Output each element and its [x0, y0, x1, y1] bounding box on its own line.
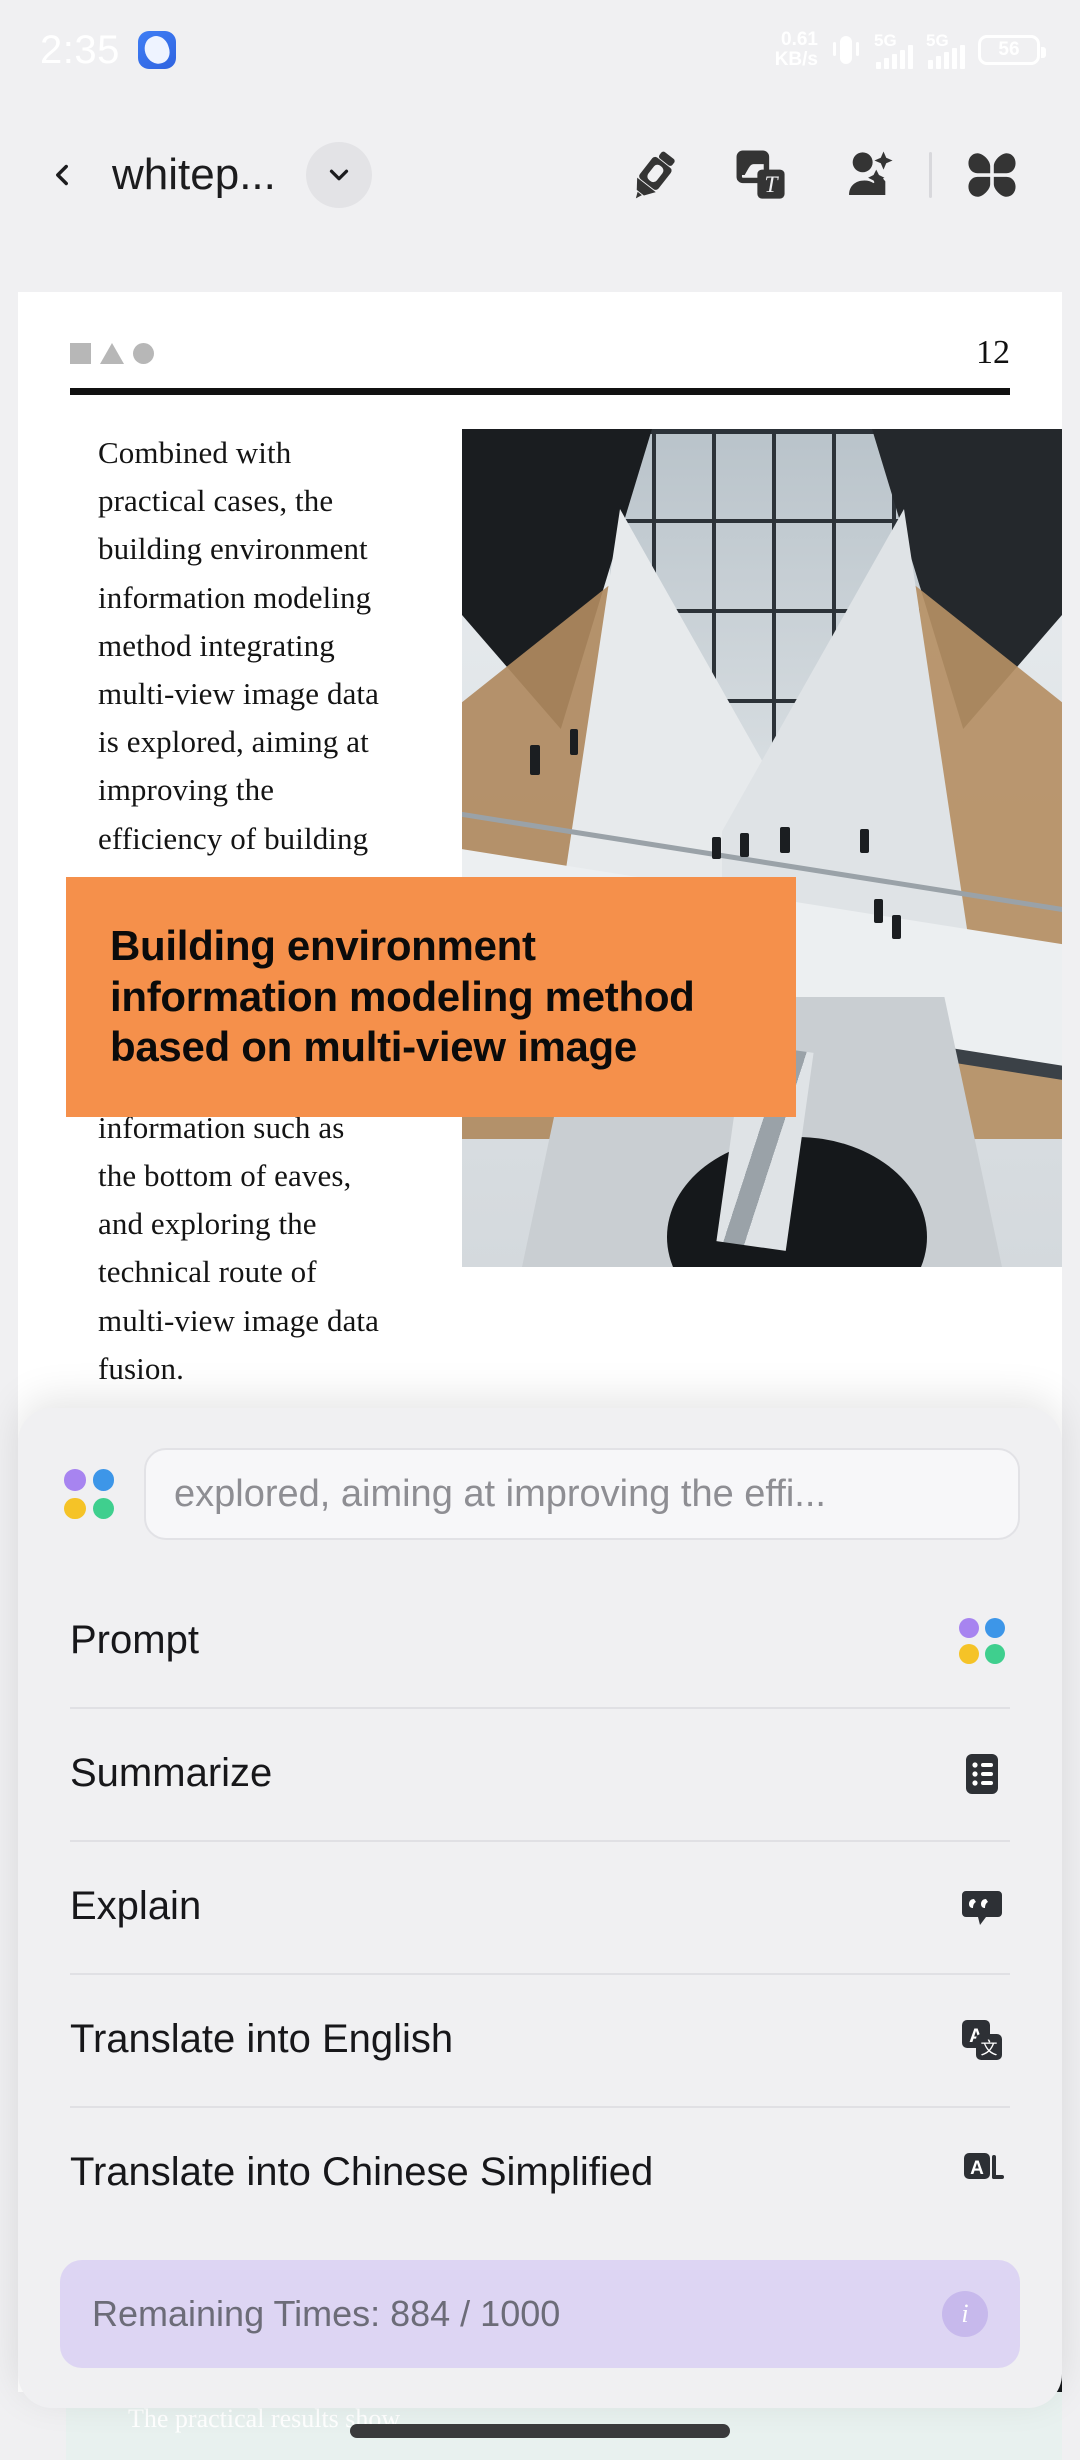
status-time: 2:35: [40, 27, 120, 72]
title-dropdown-button[interactable]: [305, 142, 372, 208]
signal-label-1: 5G: [874, 31, 897, 50]
menu-item-label: Explain: [70, 1884, 202, 1928]
battery-level: 56: [998, 39, 1020, 60]
remaining-times-text: Remaining Times: 884 / 1000: [92, 2293, 561, 2334]
vibrate-icon: [831, 33, 861, 67]
network-speed-value: 0.61: [781, 29, 818, 51]
menu-item-label: Translate into Chinese Simplified: [70, 2150, 654, 2194]
apps-grid-icon: [968, 153, 1016, 197]
quote-bubble-icon: [954, 1879, 1010, 1935]
summary-list-icon: [954, 1746, 1010, 1802]
status-bar-right: 0.61 KB/s 5G 5G 56: [775, 30, 1046, 70]
battery-icon: 56: [978, 35, 1046, 65]
highlighter-button[interactable]: [599, 125, 707, 225]
app-toolbar: whitep... T: [0, 100, 1080, 250]
ai-portrait-button[interactable]: [815, 125, 923, 225]
signal-icon-2: 5G: [926, 31, 965, 69]
document-page-header: 12: [18, 292, 1062, 372]
status-bar: 2:35 0.61 KB/s 5G 5G 56: [0, 0, 1080, 100]
page-title: whitep...: [112, 150, 276, 199]
home-indicator[interactable]: [350, 2424, 730, 2438]
status-bar-left: 2:35: [40, 28, 176, 73]
article-title-banner: Building environment information modelin…: [66, 877, 796, 1117]
image-to-text-button[interactable]: T: [707, 125, 815, 225]
translate-text-icon: A: [954, 2145, 1010, 2201]
svg-text:A: A: [970, 2158, 984, 2179]
menu-item-translate-english[interactable]: Translate into English A 文: [18, 1973, 1062, 2106]
menu-item-prompt[interactable]: Prompt: [18, 1574, 1062, 1707]
page-number: 12: [976, 334, 1010, 371]
apps-grid-button[interactable]: [938, 125, 1046, 225]
signal-label-2: 5G: [926, 31, 949, 50]
highlighter-icon: [635, 151, 675, 199]
svg-text:文: 文: [981, 2039, 998, 2058]
image-to-text-icon: T: [736, 150, 785, 199]
ai-four-dots-icon: [954, 1613, 1010, 1669]
circle-shape-icon: [133, 342, 154, 364]
svg-text:T: T: [764, 172, 779, 198]
ai-search-input[interactable]: explored, aiming at improving the effi..…: [144, 1448, 1020, 1540]
ai-four-dots-icon: [60, 1465, 118, 1523]
menu-item-explain[interactable]: Explain: [18, 1840, 1062, 1973]
atrium-photo: [462, 429, 1062, 1267]
menu-item-translate-chinese[interactable]: Translate into Chinese Simplified A: [18, 2106, 1062, 2239]
ai-sheet-header: explored, aiming at improving the effi..…: [18, 1408, 1062, 1574]
info-icon[interactable]: i: [942, 2291, 988, 2337]
toolbar-actions: T: [599, 125, 1046, 225]
messenger-icon: [137, 31, 176, 69]
network-speed: 0.61 KB/s: [775, 30, 818, 70]
menu-item-label: Prompt: [70, 1618, 199, 1662]
ai-portrait-icon: [849, 151, 893, 195]
article-title: Building environment information modelin…: [110, 922, 695, 1071]
translate-icon: A 文: [954, 2012, 1010, 2068]
back-button[interactable]: [34, 147, 90, 203]
header-rule: [70, 388, 1010, 395]
toolbar-divider: [929, 152, 932, 198]
signal-icon-1: 5G: [874, 31, 913, 69]
remaining-times-bar[interactable]: Remaining Times: 884 / 1000 i: [60, 2260, 1020, 2368]
ai-assistant-sheet: explored, aiming at improving the effi..…: [18, 1408, 1062, 2408]
ai-search-text: explored, aiming at improving the effi..…: [174, 1472, 826, 1515]
menu-item-label: Translate into English: [70, 2017, 454, 2061]
chevron-down-icon: [329, 169, 348, 181]
menu-item-label: Summarize: [70, 1751, 273, 1795]
ai-action-menu: Prompt Summarize Explain Translate into …: [18, 1574, 1062, 2260]
triangle-shape-icon: [100, 342, 124, 364]
menu-item-summarize[interactable]: Summarize: [18, 1707, 1062, 1840]
chevron-left-icon: [56, 164, 68, 186]
header-shapes-decoration: [70, 342, 154, 364]
network-speed-unit: KB/s: [774, 49, 818, 70]
square-shape-icon: [70, 342, 91, 364]
